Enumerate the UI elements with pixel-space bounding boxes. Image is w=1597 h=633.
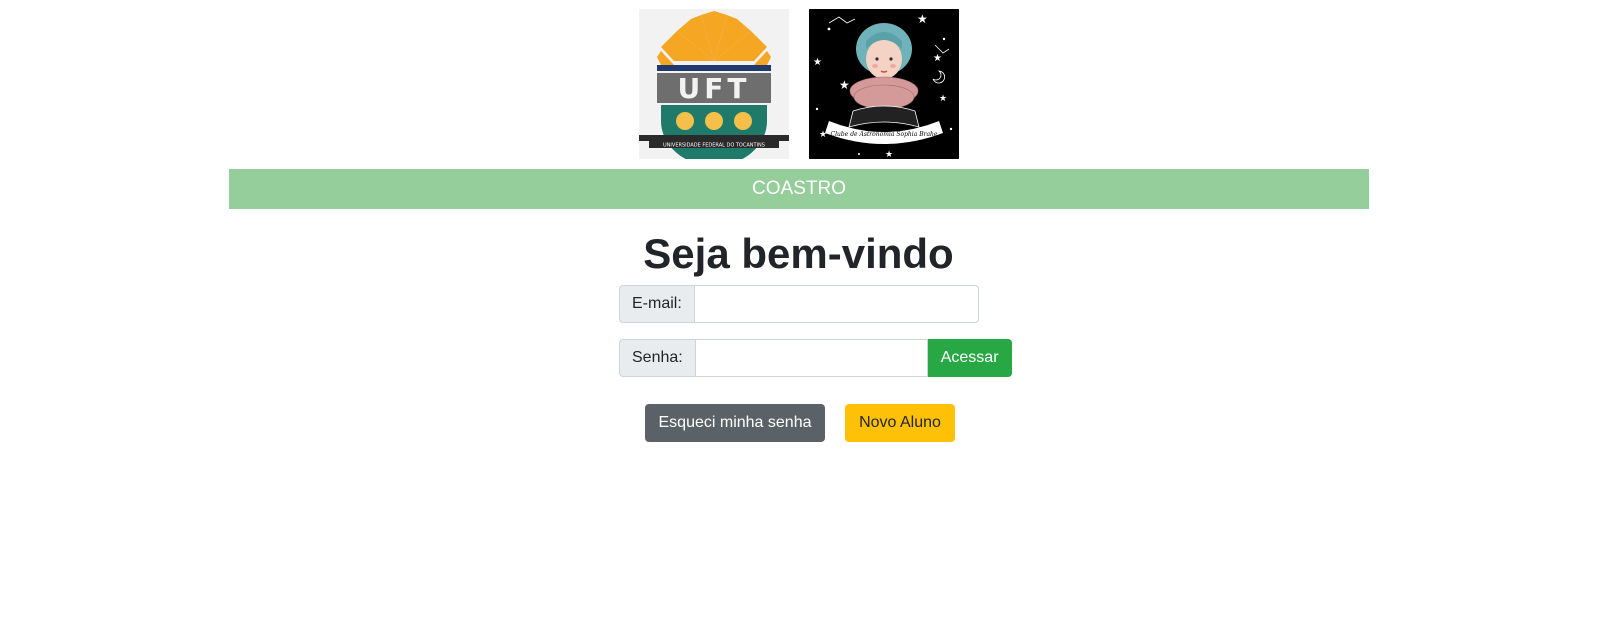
svg-text:★: ★ bbox=[813, 57, 822, 68]
svg-text:★: ★ bbox=[917, 12, 928, 26]
access-button[interactable]: Acessar bbox=[927, 339, 1012, 377]
email-field[interactable] bbox=[694, 285, 979, 323]
svg-text:★: ★ bbox=[933, 53, 942, 64]
email-label: E-mail: bbox=[619, 285, 695, 323]
password-label: Senha: bbox=[619, 339, 696, 377]
password-input-group: Senha: Acessar bbox=[619, 339, 1012, 377]
uft-logo: UFT UNIVERSIDADE FEDERAL DO TOCANTINS bbox=[639, 9, 789, 159]
email-input-group: E-mail: bbox=[619, 285, 979, 323]
svg-text:★: ★ bbox=[839, 78, 850, 92]
svg-text:★: ★ bbox=[885, 149, 893, 159]
uft-letters: UFT bbox=[678, 72, 751, 105]
uft-caption: UNIVERSIDADE FEDERAL DO TOCANTINS bbox=[663, 143, 765, 149]
forgot-password-button[interactable]: Esqueci minha senha bbox=[645, 404, 825, 442]
login-page: UFT UNIVERSIDADE FEDERAL DO TOCANTINS ★ … bbox=[0, 0, 1597, 633]
welcome-heading: Seja bem-vindo bbox=[643, 230, 954, 277]
coastro-banner: COASTRO bbox=[229, 169, 1369, 209]
club-caption: Clube de Astronomia Sophia Brahe bbox=[831, 131, 938, 138]
password-field[interactable] bbox=[695, 339, 928, 377]
astronomy-club-graphic: ★ ★ ★ ★ ★ ★ ★ Clube de Astronomia Sophia… bbox=[813, 12, 953, 159]
banner-title: COASTRO bbox=[752, 178, 846, 199]
svg-text:★: ★ bbox=[939, 93, 947, 103]
new-student-button[interactable]: Novo Aluno bbox=[845, 404, 955, 442]
astronomy-club-logo: ★ ★ ★ ★ ★ ★ ★ Clube de Astronomia Sophia… bbox=[809, 9, 959, 159]
uft-logo-graphic: UFT UNIVERSIDADE FEDERAL DO TOCANTINS bbox=[639, 11, 789, 159]
